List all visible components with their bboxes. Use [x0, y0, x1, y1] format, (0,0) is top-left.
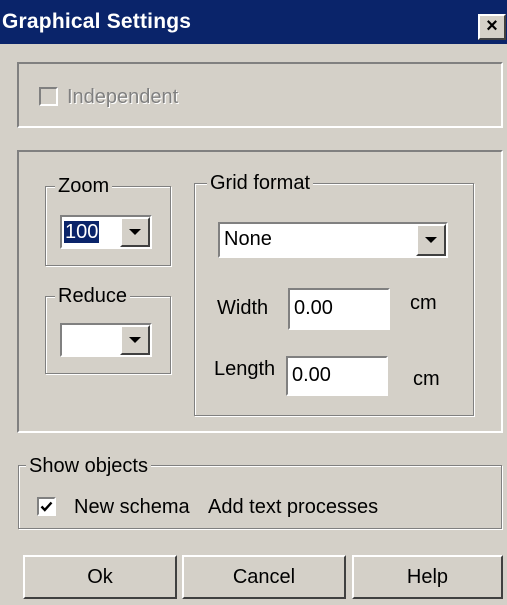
length-label: Length: [214, 358, 276, 380]
grid-format-dropdown-button[interactable]: [416, 224, 446, 256]
reduce-legend: Reduce: [55, 285, 130, 307]
zoom-dropdown-button[interactable]: [120, 217, 150, 247]
chevron-down-icon: [129, 337, 141, 343]
width-label: Width: [217, 297, 269, 319]
grid-format-combo[interactable]: None: [218, 222, 448, 258]
new-schema-checkbox[interactable]: [37, 497, 56, 516]
add-text-processes-label: Add text processes: [208, 496, 379, 518]
width-input[interactable]: 0.00: [288, 288, 390, 330]
close-icon: ×: [486, 15, 498, 37]
reduce-dropdown-button[interactable]: [120, 325, 150, 355]
new-schema-label: New schema: [74, 496, 190, 518]
zoom-value: 100: [64, 221, 100, 243]
chevron-down-icon: [425, 237, 437, 243]
zoom-legend: Zoom: [55, 175, 113, 197]
independent-checkbox[interactable]: [39, 87, 58, 106]
show-objects-legend: Show objects: [26, 455, 151, 477]
cancel-button[interactable]: Cancel: [182, 555, 346, 599]
close-button[interactable]: ×: [478, 14, 506, 40]
length-input[interactable]: 0.00: [286, 356, 388, 396]
width-unit: cm: [410, 292, 437, 314]
length-unit: cm: [413, 368, 440, 390]
help-button[interactable]: Help: [352, 555, 503, 599]
ok-button[interactable]: Ok: [23, 555, 177, 599]
width-value: 0.00: [294, 297, 333, 319]
independent-label: Independent: [67, 86, 179, 108]
chevron-down-icon: [129, 229, 141, 235]
grid-format-value: None: [224, 228, 272, 250]
window-title: Graphical Settings: [2, 10, 192, 33]
grid-format-legend: Grid format: [207, 172, 314, 194]
checkmark-icon: [40, 501, 53, 512]
length-value: 0.00: [292, 364, 331, 386]
